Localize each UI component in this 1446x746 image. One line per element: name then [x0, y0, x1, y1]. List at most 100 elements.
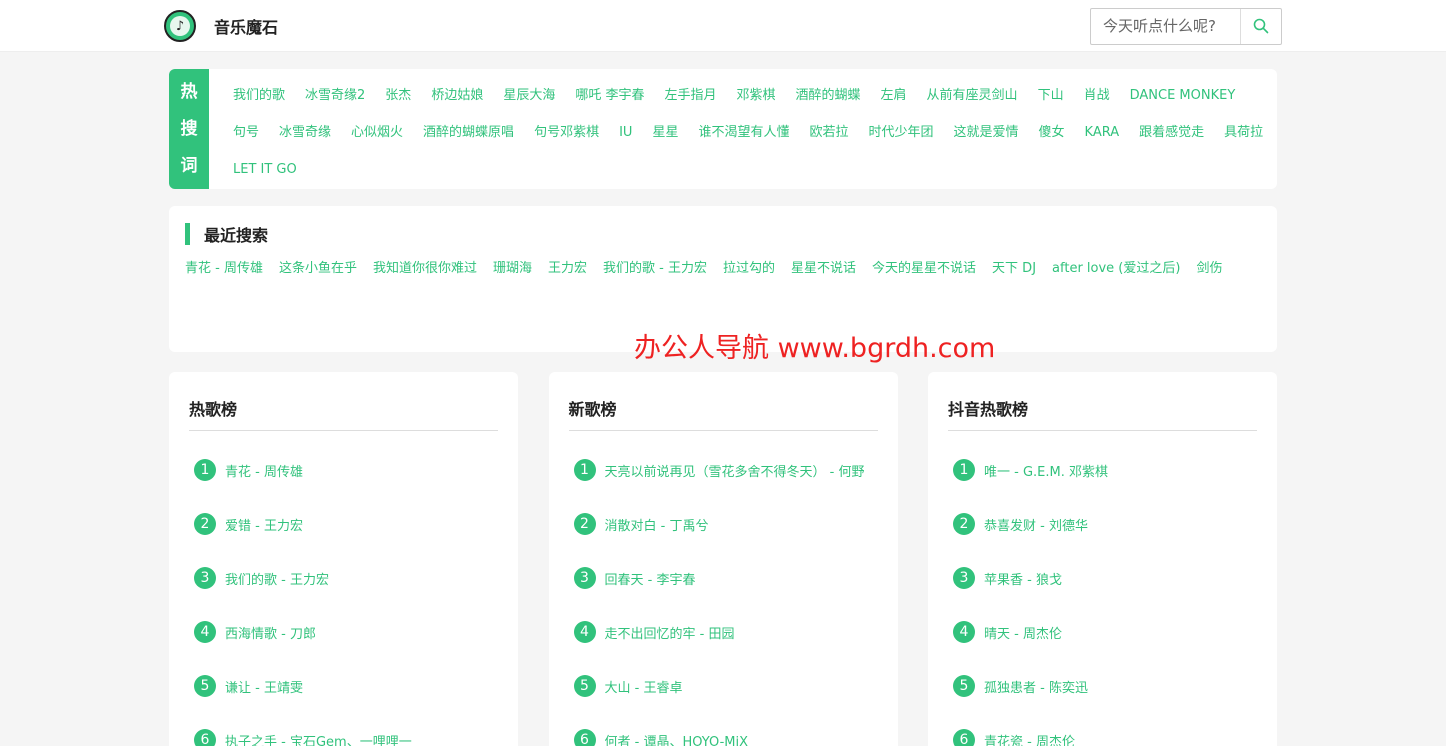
song-link[interactable]: 孤独患者 - 陈奕迅 — [984, 677, 1088, 696]
charts-row: 热歌榜 1 青花 - 周传雄 2 爱错 - 王力宏 3 我们的歌 - 王力宏 4 西海情歌 - … — [169, 372, 1277, 746]
chart-song-list: 1 青花 - 周传雄 2 爱错 - 王力宏 3 我们的歌 - 王力宏 4 西海情歌 - 刀郎 5… — [189, 443, 498, 746]
chart-song-item[interactable]: 2 爱错 - 王力宏 — [189, 497, 498, 551]
chart-title: 热歌榜 — [189, 392, 498, 431]
song-link[interactable]: 爱错 - 王力宏 — [225, 515, 303, 534]
rank-badge: 3 — [573, 567, 596, 589]
chart-song-item[interactable]: 6 执子之手 - 宝石Gem、一哩哩一 — [189, 713, 498, 746]
recent-search-word-link[interactable]: 王力宏 — [548, 250, 587, 287]
hot-search-word-link[interactable]: 我们的歌 — [233, 77, 285, 114]
hot-search-word-link[interactable]: IU — [619, 114, 632, 151]
chart-song-item[interactable]: 5 谦让 - 王靖雯 — [189, 659, 498, 713]
hot-search-word-link[interactable]: 这就是爱情 — [954, 114, 1019, 151]
hot-search-word-link[interactable]: LET IT GO — [233, 151, 297, 188]
recent-search-word-link[interactable]: 剑伤 — [1196, 250, 1222, 287]
chart-song-item[interactable]: 4 晴天 - 周杰伦 — [948, 605, 1257, 659]
song-link[interactable]: 青花 - 周传雄 — [225, 461, 303, 480]
song-link[interactable]: 何者 - 谭晶、HOYO-MiX — [605, 731, 749, 746]
song-link[interactable]: 执子之手 - 宝石Gem、一哩哩一 — [225, 731, 412, 746]
hot-search-word-link[interactable]: 跟着感觉走 — [1139, 114, 1204, 151]
chart-song-item[interactable]: 3 我们的歌 - 王力宏 — [189, 551, 498, 605]
song-link[interactable]: 我们的歌 - 王力宏 — [225, 569, 329, 588]
recent-search-word-link[interactable]: 珊瑚海 — [493, 250, 532, 287]
hot-search-word-link[interactable]: 句号 — [233, 114, 259, 151]
recent-search-word-link[interactable]: 今天的星星不说话 — [872, 250, 976, 287]
site-title[interactable]: 音乐魔石 — [214, 14, 278, 38]
chart-song-list: 1 天亮以前说再见（雪花多舍不得冬天） - 何野 2 消散对白 - 丁禹兮 3 回春天 -… — [569, 443, 878, 746]
hot-search-word-link[interactable]: 谁不渴望有人懂 — [698, 114, 789, 151]
watermark-text: 办公人导航 www.bgrdh.com — [634, 333, 996, 364]
song-link[interactable]: 晴天 - 周杰伦 — [984, 623, 1062, 642]
hot-search-word-link[interactable]: 欧若拉 — [809, 114, 848, 151]
recent-search-word-link[interactable]: 星星不说话 — [791, 250, 856, 287]
logo-inner: ♪ — [170, 16, 190, 36]
hot-search-word-link[interactable]: 左肩 — [881, 77, 907, 114]
hot-search-word-link[interactable]: 哪吒 李宇春 — [575, 77, 644, 114]
chart-song-item[interactable]: 5 大山 - 王睿卓 — [569, 659, 878, 713]
hot-search-word-link[interactable]: 句号邓紫棋 — [534, 114, 599, 151]
song-link[interactable]: 谦让 - 王靖雯 — [225, 677, 303, 696]
chart-song-item[interactable]: 4 西海情歌 - 刀郎 — [189, 605, 498, 659]
chart-song-item[interactable]: 5 孤独患者 - 陈奕迅 — [948, 659, 1257, 713]
hot-search-word-link[interactable]: 下山 — [1038, 77, 1064, 114]
recent-search-word-link[interactable]: 我们的歌 - 王力宏 — [603, 250, 707, 287]
music-note-logo-icon[interactable]: ♪ — [164, 10, 196, 42]
hot-search-word-link[interactable]: DANCE MONKEY — [1130, 77, 1236, 114]
rank-badge: 1 — [953, 459, 975, 481]
hot-search-word-link[interactable]: 桥边姑娘 — [431, 77, 483, 114]
hot-search-word-link[interactable]: 冰雪奇缘2 — [305, 77, 365, 114]
song-link[interactable]: 天亮以前说再见（雪花多舍不得冬天） - 何野 — [605, 461, 865, 480]
chart-song-item[interactable]: 1 青花 - 周传雄 — [189, 443, 498, 497]
chart-panel: 热歌榜 1 青花 - 周传雄 2 爱错 - 王力宏 3 我们的歌 - 王力宏 4 西海情歌 - … — [169, 372, 518, 746]
rank-badge: 1 — [573, 459, 596, 481]
recent-search-heading: 最近搜索 — [185, 222, 1261, 246]
hot-search-word-link[interactable]: 肖战 — [1084, 77, 1110, 114]
hot-search-word-link[interactable]: 左手指月 — [664, 77, 716, 114]
chart-song-item[interactable]: 1 天亮以前说再见（雪花多舍不得冬天） - 何野 — [569, 443, 878, 497]
recent-search-word-link[interactable]: 我知道你很你难过 — [373, 250, 477, 287]
hot-search-word-link[interactable]: 从前有座灵剑山 — [927, 77, 1018, 114]
hot-search-word-link[interactable]: 星星 — [652, 114, 678, 151]
chart-song-item[interactable]: 3 回春天 - 李宇春 — [569, 551, 878, 605]
song-link[interactable]: 恭喜发财 - 刘德华 — [984, 515, 1088, 534]
recent-search-word-link[interactable]: 天下 DJ — [992, 250, 1036, 287]
hot-search-word-link[interactable]: KARA — [1085, 114, 1120, 151]
hot-search-word-link[interactable]: 酒醉的蝴蝶原唱 — [423, 114, 514, 151]
hot-search-panel: 热 搜 词 我们的歌 冰雪奇缘2 张杰 桥边姑娘 星辰大海 哪吒 李宇春 左手指月 邓紫棋 酒醉… — [169, 69, 1277, 189]
hot-search-word-link[interactable]: 傻女 — [1039, 114, 1065, 151]
chart-song-item[interactable]: 3 苹果香 - 狼戈 — [948, 551, 1257, 605]
song-link[interactable]: 回春天 - 李宇春 — [605, 569, 696, 588]
recent-search-word-link[interactable]: 青花 - 周传雄 — [185, 250, 263, 287]
recent-search-word-link[interactable]: after love (爱过之后) — [1052, 250, 1180, 287]
chart-song-item[interactable]: 2 恭喜发财 - 刘德华 — [948, 497, 1257, 551]
chart-song-item[interactable]: 6 何者 - 谭晶、HOYO-MiX — [569, 713, 878, 746]
song-link[interactable]: 苹果香 - 狼戈 — [984, 569, 1062, 588]
recent-search-word-link[interactable]: 拉过勾的 — [723, 250, 775, 287]
song-link[interactable]: 走不出回忆的牢 - 田园 — [605, 623, 735, 642]
chart-song-item[interactable]: 6 青花瓷 - 周杰伦 — [948, 713, 1257, 746]
hot-search-word-link[interactable]: 邓紫棋 — [737, 77, 776, 114]
hot-search-word-link[interactable]: 酒醉的蝴蝶 — [796, 77, 861, 114]
search-button[interactable] — [1240, 8, 1281, 44]
search-input[interactable] — [1091, 8, 1240, 44]
song-link[interactable]: 消散对白 - 丁禹兮 — [605, 515, 709, 534]
chart-song-item[interactable]: 4 走不出回忆的牢 - 田园 — [569, 605, 878, 659]
rank-badge: 4 — [194, 621, 216, 643]
recent-search-word-link[interactable]: 这条小鱼在乎 — [279, 250, 357, 287]
hot-search-word-link[interactable]: 心似烟火 — [351, 114, 403, 151]
hot-search-word-link[interactable]: 时代少年团 — [868, 114, 933, 151]
chart-panel: 抖音热歌榜 1 唯一 - G.E.M. 邓紫棋 2 恭喜发财 - 刘德华 3 苹果香 - 狼… — [928, 372, 1277, 746]
header-inner: ♪ 音乐魔石 — [164, 0, 1282, 52]
hot-search-word-link[interactable]: 具荷拉 — [1224, 114, 1263, 151]
brand[interactable]: ♪ 音乐魔石 — [164, 10, 278, 42]
chart-song-item[interactable]: 1 唯一 - G.E.M. 邓紫棋 — [948, 443, 1257, 497]
chart-song-item[interactable]: 2 消散对白 - 丁禹兮 — [569, 497, 878, 551]
search-icon — [1253, 18, 1269, 34]
rank-badge: 5 — [194, 675, 216, 697]
song-link[interactable]: 大山 - 王睿卓 — [605, 677, 683, 696]
hot-search-word-link[interactable]: 星辰大海 — [503, 77, 555, 114]
song-link[interactable]: 青花瓷 - 周杰伦 — [984, 731, 1075, 746]
song-link[interactable]: 唯一 - G.E.M. 邓紫棋 — [984, 461, 1108, 480]
song-link[interactable]: 西海情歌 - 刀郎 — [225, 623, 316, 642]
hot-search-word-link[interactable]: 冰雪奇缘 — [279, 114, 331, 151]
hot-search-word-link[interactable]: 张杰 — [385, 77, 411, 114]
